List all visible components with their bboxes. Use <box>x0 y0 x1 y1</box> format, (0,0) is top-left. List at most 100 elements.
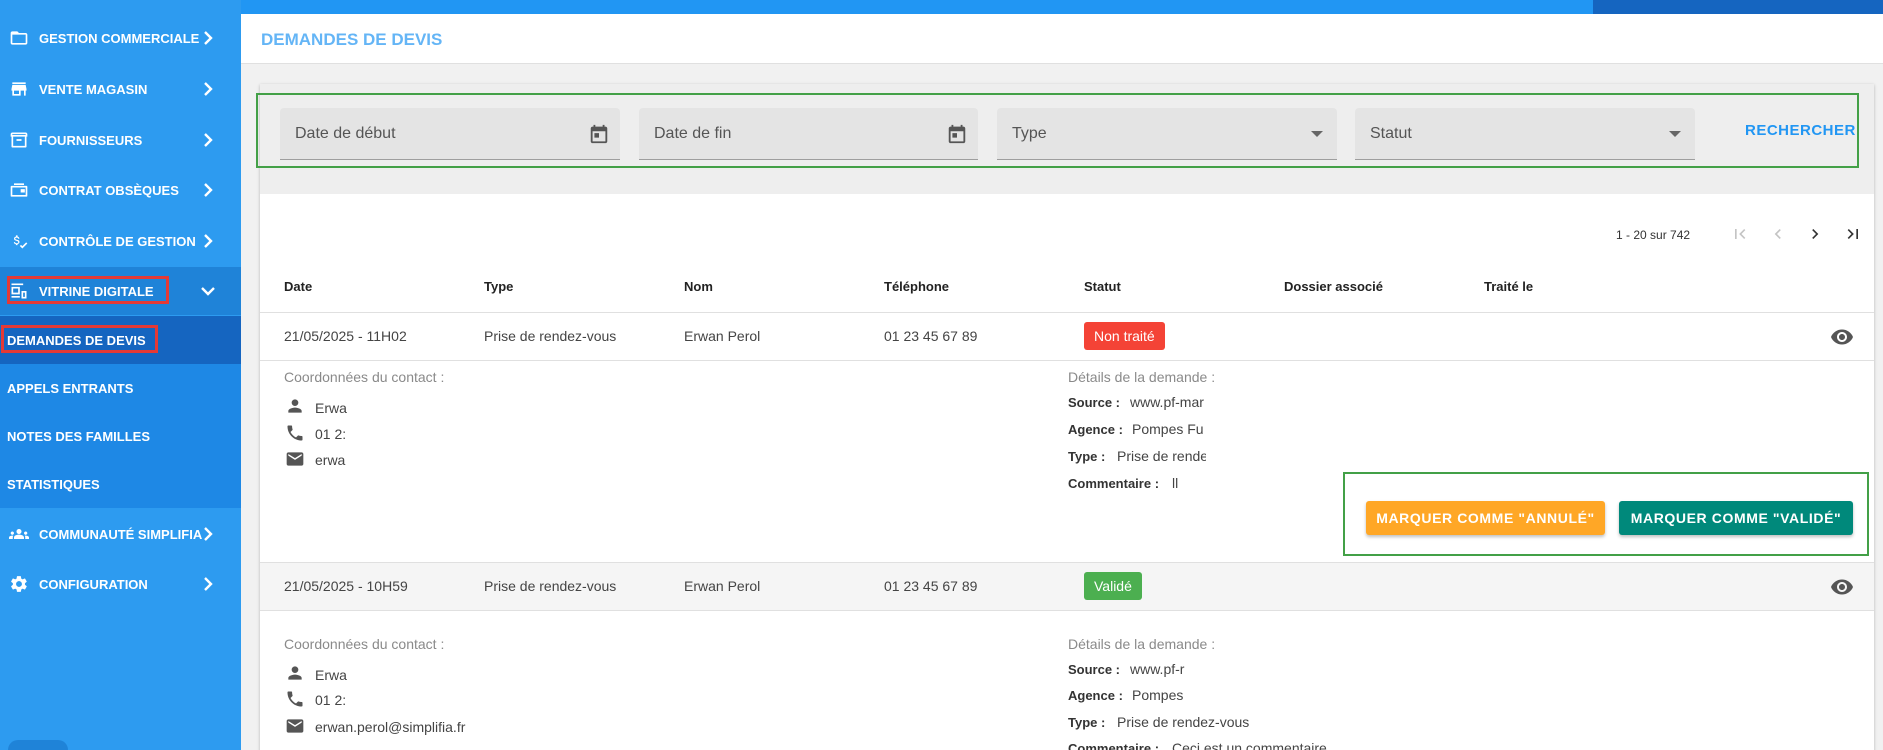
sidebar-subitem-notes-des-familles[interactable]: NOTES DES FAMILLES <box>0 412 241 460</box>
last-page-icon[interactable] <box>1839 220 1867 248</box>
cell-type: Prise de rendez-vous <box>484 578 617 594</box>
sidebar-item-configuration[interactable]: CONFIGURATION <box>0 560 241 608</box>
main-content: DEMANDES DE DEVIS Date de début Date de … <box>241 14 1883 750</box>
cell-name: Erwan Perol <box>684 578 761 594</box>
column-header-linked-file[interactable]: Dossier associé <box>1284 279 1383 294</box>
sidebar-subitem-label: STATISTIQUES <box>7 476 100 492</box>
people-icon <box>9 524 29 544</box>
sidebar-item-label: COMMUNAUTÉ SIMPLIFIA <box>39 526 203 542</box>
email-icon <box>285 449 305 469</box>
row-divider <box>260 360 1874 361</box>
contact-phone: 01 2: <box>315 692 347 708</box>
source-value: www.pf-mar <box>1130 394 1204 410</box>
column-header-processed-on[interactable]: Traité le <box>1484 279 1533 294</box>
column-header-date[interactable]: Date <box>284 279 312 294</box>
cell-date: 21/05/2025 - 11H02 <box>284 328 407 344</box>
contact-details-label: Coordonnées du contact : <box>284 369 445 385</box>
sidebar: GESTION COMMERCIALE VENTE MAGASIN FOURNI… <box>0 0 241 750</box>
next-page-icon[interactable] <box>1801 220 1829 248</box>
sidebar-item-controle-de-gestion[interactable]: CONTRÔLE DE GESTION <box>0 217 241 265</box>
sidebar-item-fournisseurs[interactable]: FOURNISSEURS <box>0 116 241 164</box>
chevron-right-icon <box>200 182 216 198</box>
type-value: Prise de rendez-vous <box>1117 714 1250 730</box>
table-row[interactable]: 21/05/2025 - 11H02 Prise de rendez-vous … <box>260 313 1874 360</box>
chevron-right-icon <box>200 81 216 97</box>
email-icon <box>285 716 305 736</box>
cell-name: Erwan Perol <box>684 328 761 344</box>
top-bar-user-area <box>1593 0 1883 14</box>
sidebar-item-label: VENTE MAGASIN <box>39 81 148 97</box>
folder-icon <box>9 28 29 48</box>
comment-label: Commentaire : <box>1068 741 1160 750</box>
cell-phone: 01 23 45 67 89 <box>884 328 978 344</box>
eye-icon[interactable] <box>1830 575 1854 599</box>
money-check-icon <box>9 231 29 251</box>
chevron-right-icon <box>200 576 216 592</box>
contact-email: erwan.perol@simplifia.fr <box>315 719 466 735</box>
eye-icon[interactable] <box>1830 325 1854 349</box>
source-label: Source : <box>1068 662 1121 677</box>
pagination-range: 1 - 20 sur 742 <box>1616 228 1691 242</box>
agency-label: Agence : <box>1068 422 1123 437</box>
chevron-right-icon <box>200 30 216 46</box>
table-row[interactable]: 21/05/2025 - 10H59 Prise de rendez-vous … <box>260 563 1874 610</box>
status-badge: Non traité <box>1084 322 1165 350</box>
sidebar-item-label: CONTRÔLE DE GESTION <box>39 233 196 249</box>
cell-date: 21/05/2025 - 10H59 <box>284 578 408 594</box>
gear-icon <box>9 574 29 594</box>
archive-icon <box>9 130 29 150</box>
sidebar-item-communaute-simplifia[interactable]: COMMUNAUTÉ SIMPLIFIA <box>0 510 241 558</box>
highlight-demandes-de-devis <box>1 325 158 353</box>
highlight-vitrine-digitale <box>7 276 169 304</box>
sidebar-subitem-label: APPELS ENTRANTS <box>7 380 134 396</box>
highlight-filter-bar <box>256 93 1859 168</box>
sidebar-item-label: CONFIGURATION <box>39 576 148 592</box>
first-page-icon[interactable] <box>1726 220 1754 248</box>
sidebar-item-contrat-obseques[interactable]: CONTRAT OBSÈQUES <box>0 166 241 214</box>
sidebar-subitem-statistiques[interactable]: STATISTIQUES <box>0 460 241 508</box>
type-label: Type : <box>1068 715 1106 730</box>
request-details-label: Détails de la demande : <box>1068 636 1216 652</box>
chevron-right-icon <box>200 233 216 249</box>
sidebar-item-label: FOURNISSEURS <box>39 132 143 148</box>
column-header-phone[interactable]: Téléphone <box>884 279 949 294</box>
chevron-down-icon <box>200 283 216 299</box>
phone-icon <box>285 423 305 443</box>
comment-value: Ceci est un commentaire <box>1172 740 1327 750</box>
source-value: www.pf-r <box>1130 661 1185 677</box>
person-icon <box>285 396 305 416</box>
column-header-type[interactable]: Type <box>484 279 513 294</box>
contact-details-label: Coordonnées du contact : <box>284 636 445 652</box>
status-badge: Validé <box>1084 572 1142 600</box>
agency-value: Pompes Fu <box>1132 421 1204 437</box>
chevron-right-icon <box>200 526 216 542</box>
contact-name: Erwa <box>315 667 347 683</box>
cell-phone: 01 23 45 67 89 <box>884 578 978 594</box>
type-label: Type : <box>1068 449 1106 464</box>
sidebar-subitem-label: NOTES DES FAMILLES <box>7 428 151 444</box>
sidebar-item-vente-magasin[interactable]: VENTE MAGASIN <box>0 65 241 113</box>
agency-value: Pompes <box>1132 687 1184 703</box>
store-icon <box>9 79 29 99</box>
sidebar-item-gestion-commerciale[interactable]: GESTION COMMERCIALE <box>0 14 241 62</box>
type-value: Prise de rende <box>1117 448 1206 464</box>
sidebar-subitem-appels-entrants[interactable]: APPELS ENTRANTS <box>0 364 241 412</box>
source-label: Source : <box>1068 395 1121 410</box>
contact-phone: 01 2: <box>315 426 347 442</box>
column-header-name[interactable]: Nom <box>684 279 713 294</box>
cell-type: Prise de rendez-vous <box>484 328 617 344</box>
highlight-action-buttons <box>1343 472 1869 556</box>
page-title: DEMANDES DE DEVIS <box>261 30 443 49</box>
request-details-label: Détails de la demande : <box>1068 369 1216 385</box>
comment-label: Commentaire : <box>1068 476 1160 491</box>
row-divider <box>260 610 1874 611</box>
person-icon <box>285 663 305 683</box>
agency-label: Agence : <box>1068 688 1123 703</box>
phone-icon <box>285 689 305 709</box>
wallet-icon <box>9 180 29 200</box>
column-header-status[interactable]: Statut <box>1084 279 1121 294</box>
sidebar-item-label: CONTRAT OBSÈQUES <box>39 182 179 198</box>
sidebar-bottom-button[interactable] <box>8 740 68 750</box>
top-bar <box>0 0 1883 14</box>
previous-page-icon[interactable] <box>1764 220 1792 248</box>
